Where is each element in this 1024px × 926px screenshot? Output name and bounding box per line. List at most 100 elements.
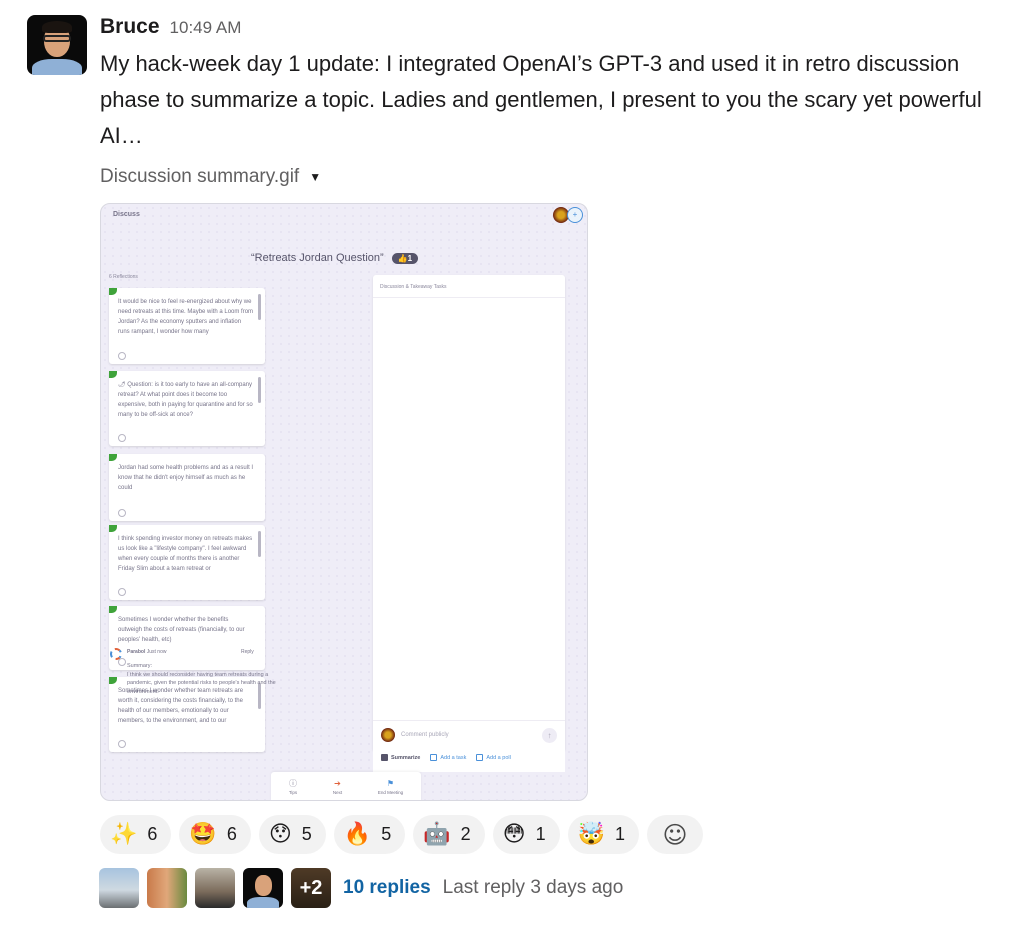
thread-summary[interactable]: +2 10 replies Last reply 3 days ago (99, 868, 623, 908)
reflection-card: 🌶 Question: is it too early to have an a… (109, 371, 265, 446)
end-meeting-action: ⚑ End Meeting (378, 779, 403, 795)
parabol-logo-icon (110, 648, 122, 660)
summarize-action: Summarize (381, 754, 420, 761)
reflection-text: I think spending investor money on retre… (118, 536, 253, 572)
reaction-count: 5 (381, 824, 392, 844)
participant-avatar[interactable] (147, 868, 187, 908)
reflection-text: It would be nice to feel re-energized ab… (118, 299, 254, 335)
reaction-count: 6 (147, 824, 158, 844)
avatar-hair (42, 21, 72, 33)
summary-block: Summary: I think we should reconsider ha… (127, 662, 283, 696)
fire-icon: 🔥 (343, 821, 372, 847)
discussion-title: Discussion & Takeaway Tasks (380, 284, 447, 290)
poll-icon (476, 754, 484, 761)
sparkles-icon: ✨ (110, 821, 138, 847)
tips-action: ⓘ Tips (289, 779, 297, 795)
task-icon (430, 754, 438, 761)
reflection-card: Jordan had some health problems and as a… (109, 454, 265, 521)
reaction-flushed[interactable]: 😳 1 (492, 815, 560, 854)
next-label: Next (332, 790, 343, 795)
reply-link: Reply (241, 649, 254, 655)
message-text: My hack-week day 1 update: I integrated … (100, 51, 982, 148)
participant-avatar[interactable] (195, 868, 235, 908)
reaction-hushed[interactable]: 😯 5 (258, 815, 326, 854)
hushed-face-icon: 😯 (268, 821, 292, 847)
message-header: Bruce 10:49 AM (100, 15, 241, 39)
reflection-card: Sometimes I wonder whether the benefits … (109, 606, 265, 670)
discussion-panel: Discussion & Takeaway Tasks (373, 275, 565, 751)
avatar-shirt (247, 897, 279, 908)
add-task-action: Add a task (430, 754, 466, 761)
add-reaction-icon (118, 434, 126, 442)
reaction-fire[interactable]: 🔥 5 (333, 815, 406, 854)
file-name[interactable]: Discussion summary.gif (100, 166, 299, 188)
add-reaction-icon (118, 588, 126, 596)
add-poll-label: Add a poll (486, 754, 511, 761)
add-task-label: Add a task (440, 754, 467, 761)
send-arrow-icon: ↑ (542, 728, 557, 743)
replies-link[interactable]: 10 replies (343, 877, 431, 899)
bot-name: Parabol Just now (127, 649, 166, 655)
caret-down-icon[interactable]: ▼ (309, 170, 321, 184)
comment-actions: Summarize Add a task Add a poll (381, 754, 511, 761)
summary-text: I think we should reconsider having team… (127, 671, 276, 695)
message-timestamp[interactable]: 10:49 AM (170, 18, 242, 38)
add-reaction-icon (118, 352, 126, 360)
end-meeting-label: End Meeting (377, 790, 404, 795)
comment-placeholder: Comment publicly (401, 732, 449, 738)
more-participants-avatar[interactable]: +2 (291, 868, 331, 908)
tips-label: Tips (288, 790, 298, 795)
robot-icon: 🤖 (423, 821, 451, 847)
flag-icon (109, 606, 117, 613)
author-name[interactable]: Bruce (100, 15, 160, 39)
bot-name-text: Parabol (127, 649, 146, 655)
flushed-face-icon: 😳 (502, 821, 526, 847)
file-attachment-header[interactable]: Discussion summary.gif ▼ (100, 166, 321, 188)
gif-topic-title: “Retreats Jordan Question” (251, 252, 384, 264)
gif-reflections-label: 6 Reflections (109, 274, 138, 280)
reflection-text: 🌶 Question: is it too early to have an a… (118, 382, 253, 418)
star-struck-icon: 🤩 (189, 821, 217, 847)
participant-avatar[interactable] (99, 868, 139, 908)
reaction-count: 1 (615, 824, 626, 844)
commenter-avatar (381, 728, 395, 742)
reaction-count: 2 (460, 824, 471, 844)
exploding-head-icon: 🤯 (577, 821, 605, 847)
reaction-exploding-head[interactable]: 🤯 1 (567, 815, 640, 854)
add-emoji-icon: ☺ (662, 820, 688, 849)
scrollbar (258, 294, 261, 320)
comment-bar: Comment publicly ↑ Summarize Add a task … (373, 720, 565, 772)
reaction-robot[interactable]: 🤖 2 (413, 815, 485, 854)
help-circle-icon: ⓘ (289, 779, 298, 788)
reflection-card: It would be nice to feel re-energized ab… (109, 288, 265, 364)
gif-preview[interactable]: Discuss + “Retreats Jordan Question” 👍1 … (100, 203, 588, 801)
add-reaction-button[interactable]: ☺ (647, 815, 704, 854)
arrow-right-icon: ➔ (334, 779, 341, 788)
last-reply-text: Last reply 3 days ago (442, 877, 624, 898)
summary-heading: Summary: (127, 663, 153, 669)
gif-vote-badge: 👍1 (391, 252, 419, 264)
reaction-star-struck[interactable]: 🤩 6 (179, 815, 251, 854)
summarize-label: Summarize (391, 754, 421, 761)
reaction-sparkles[interactable]: ✨ 6 (100, 815, 172, 854)
add-reaction-icon (118, 509, 126, 517)
gif-topic: “Retreats Jordan Question” 👍1 (251, 252, 419, 264)
flag-icon (109, 371, 117, 378)
add-poll-action: Add a poll (476, 754, 511, 761)
scrollbar (258, 531, 261, 557)
reaction-count: 6 (226, 824, 237, 844)
author-avatar[interactable] (27, 15, 87, 75)
participant-avatar[interactable] (243, 868, 283, 908)
flag-icon (109, 525, 117, 532)
meeting-bottom-bar: ⓘ Tips ➔ Next ⚑ End Meeting (271, 772, 421, 800)
flag-icon (109, 454, 117, 461)
divider (373, 297, 565, 298)
reaction-count: 1 (535, 824, 546, 844)
summarize-icon (381, 754, 388, 761)
scrollbar (258, 377, 261, 403)
gif-add-user-icon: + (567, 207, 583, 223)
add-reaction-icon (118, 658, 126, 666)
flag-icon: ⚑ (386, 779, 395, 788)
reflection-card: I think spending investor money on retre… (109, 525, 265, 600)
bot-time: Just now (146, 649, 167, 655)
